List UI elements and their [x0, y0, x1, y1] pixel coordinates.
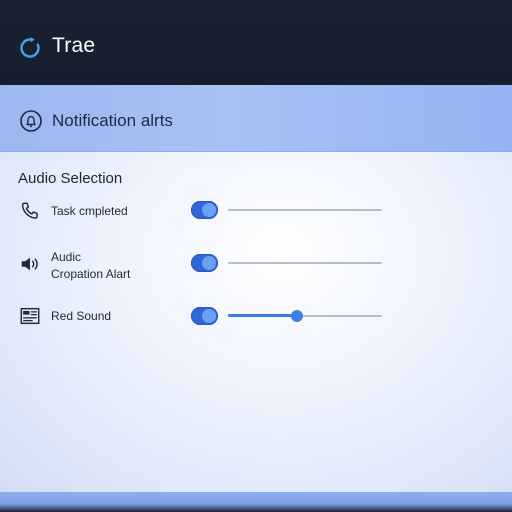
toggle-audio-alert[interactable] [191, 254, 218, 272]
header-title: Notification alrts [52, 111, 173, 130]
alert-bell-icon [20, 110, 42, 132]
section-title: Audio Selection [18, 170, 123, 187]
toggle-knob [202, 203, 216, 217]
speaker-icon [21, 257, 38, 271]
toggle-task-completed[interactable] [191, 201, 218, 219]
toggle-knob [202, 256, 216, 270]
slider-fill [228, 314, 298, 317]
toggle-red-sound[interactable] [191, 307, 218, 325]
row-label-red-sound: Red Sound [51, 309, 112, 323]
slider-thumb[interactable] [291, 310, 304, 322]
row-label-audio-line2: Cropation Alart [51, 267, 131, 281]
toggle-knob [202, 309, 216, 323]
app-window: Trae Notification alrts Audio Selection … [0, 0, 512, 512]
phone-icon [21, 202, 38, 219]
row-label-audio-line1: Audic [51, 250, 82, 264]
volume-slider-audio-alert[interactable] [228, 254, 382, 272]
volume-slider-red-sound[interactable] [228, 307, 382, 325]
volume-slider-task-completed[interactable] [228, 201, 382, 219]
media-player-icon [20, 307, 40, 325]
row-label-task-completed: Task cmpleted [51, 204, 128, 218]
refresh-icon [20, 37, 40, 58]
app-title: Trae [52, 34, 96, 57]
bottom-bar [0, 492, 512, 512]
slider-track [228, 262, 382, 264]
slider-track [228, 209, 382, 211]
